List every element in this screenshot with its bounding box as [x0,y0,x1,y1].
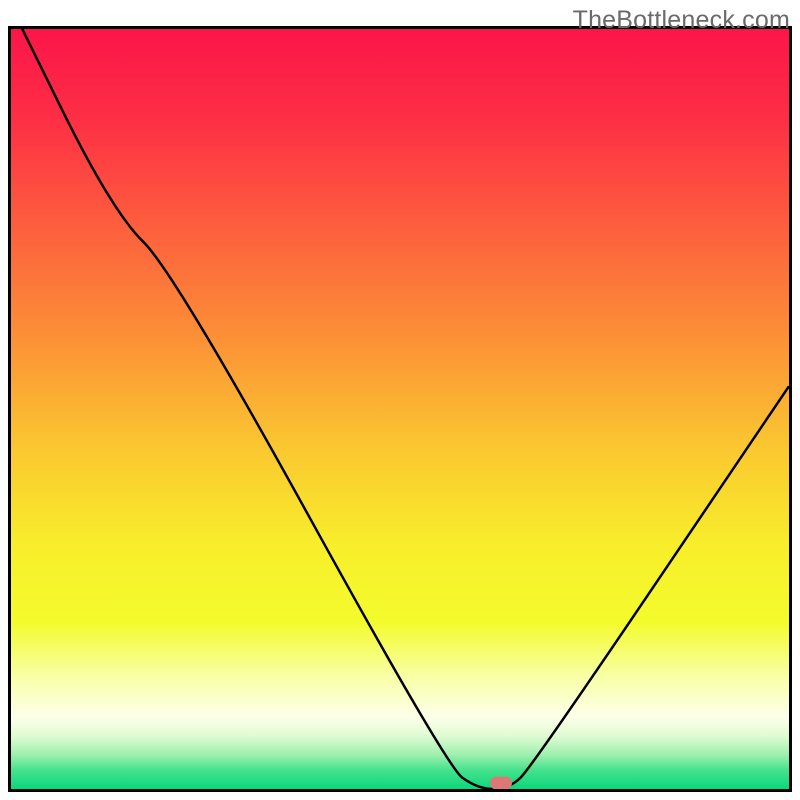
watermark-text: TheBottleneck.com [573,6,790,35]
optimum-marker [490,776,512,789]
bottleneck-curve [11,29,789,789]
plot-area [8,26,792,792]
chart-frame: TheBottleneck.com [0,0,800,800]
